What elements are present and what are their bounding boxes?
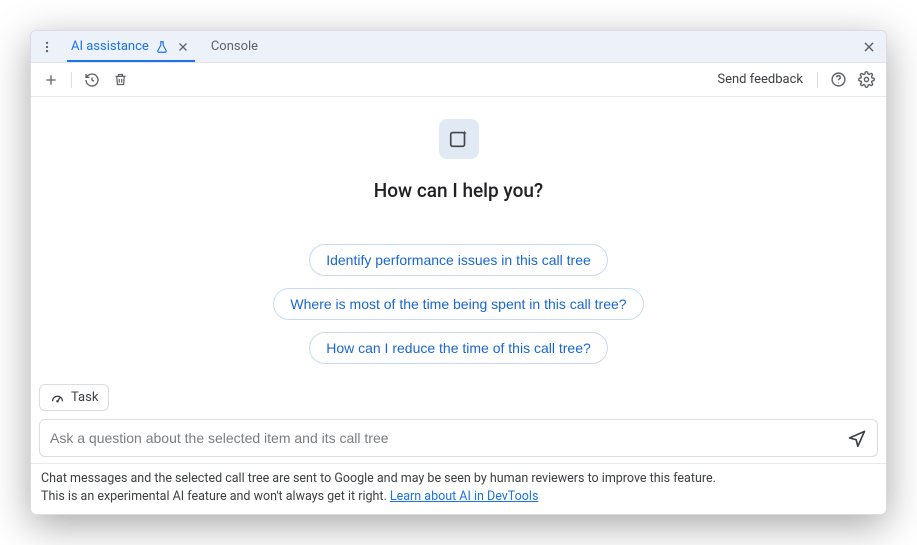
more-options-icon[interactable] — [35, 40, 59, 54]
history-icon[interactable] — [80, 68, 104, 92]
ai-sparkle-icon — [439, 119, 479, 159]
hero-title: How can I help you? — [374, 179, 543, 202]
close-panel-icon[interactable] — [852, 40, 886, 54]
suggestion-chip[interactable]: How can I reduce the time of this call t… — [309, 332, 608, 364]
suggestion-chip[interactable]: Where is most of the time being spent in… — [273, 288, 643, 320]
send-icon[interactable] — [843, 424, 871, 452]
disclaimer: Chat messages and the selected call tree… — [31, 463, 886, 514]
toolbar-divider — [71, 72, 72, 88]
tab-label: AI assistance — [71, 39, 149, 54]
toolbar-divider — [817, 72, 818, 88]
input-container — [39, 419, 878, 457]
ai-assistance-panel: AI assistance Console Send feedback — [30, 30, 887, 515]
close-tab-icon[interactable] — [175, 39, 191, 55]
send-feedback-link[interactable]: Send feedback — [711, 72, 809, 87]
suggestion-list: Identify performance issues in this call… — [273, 244, 643, 364]
disclaimer-line2-prefix: This is an experimental AI feature and w… — [41, 489, 390, 504]
toolbar: Send feedback — [31, 63, 886, 97]
context-chip-label: Task — [71, 390, 98, 405]
disclaimer-line1: Chat messages and the selected call tree… — [41, 471, 716, 486]
learn-more-link[interactable]: Learn about AI in DevTools — [390, 489, 539, 504]
tab-bar: AI assistance Console — [31, 31, 886, 63]
help-icon[interactable] — [826, 68, 850, 92]
tab-ai-assistance[interactable]: AI assistance — [61, 31, 201, 62]
context-row: Task — [31, 378, 886, 419]
gear-icon[interactable] — [854, 68, 878, 92]
input-row — [31, 419, 886, 463]
new-chat-icon[interactable] — [39, 68, 63, 92]
suggestion-chip[interactable]: Identify performance issues in this call… — [309, 244, 608, 276]
delete-icon[interactable] — [108, 68, 132, 92]
tab-console[interactable]: Console — [201, 31, 268, 62]
tab-label: Console — [211, 39, 258, 54]
prompt-input[interactable] — [50, 426, 835, 450]
experiment-icon — [155, 40, 169, 54]
performance-icon — [50, 390, 65, 405]
main-content: How can I help you? Identify performance… — [31, 97, 886, 378]
context-chip-task[interactable]: Task — [39, 384, 109, 411]
